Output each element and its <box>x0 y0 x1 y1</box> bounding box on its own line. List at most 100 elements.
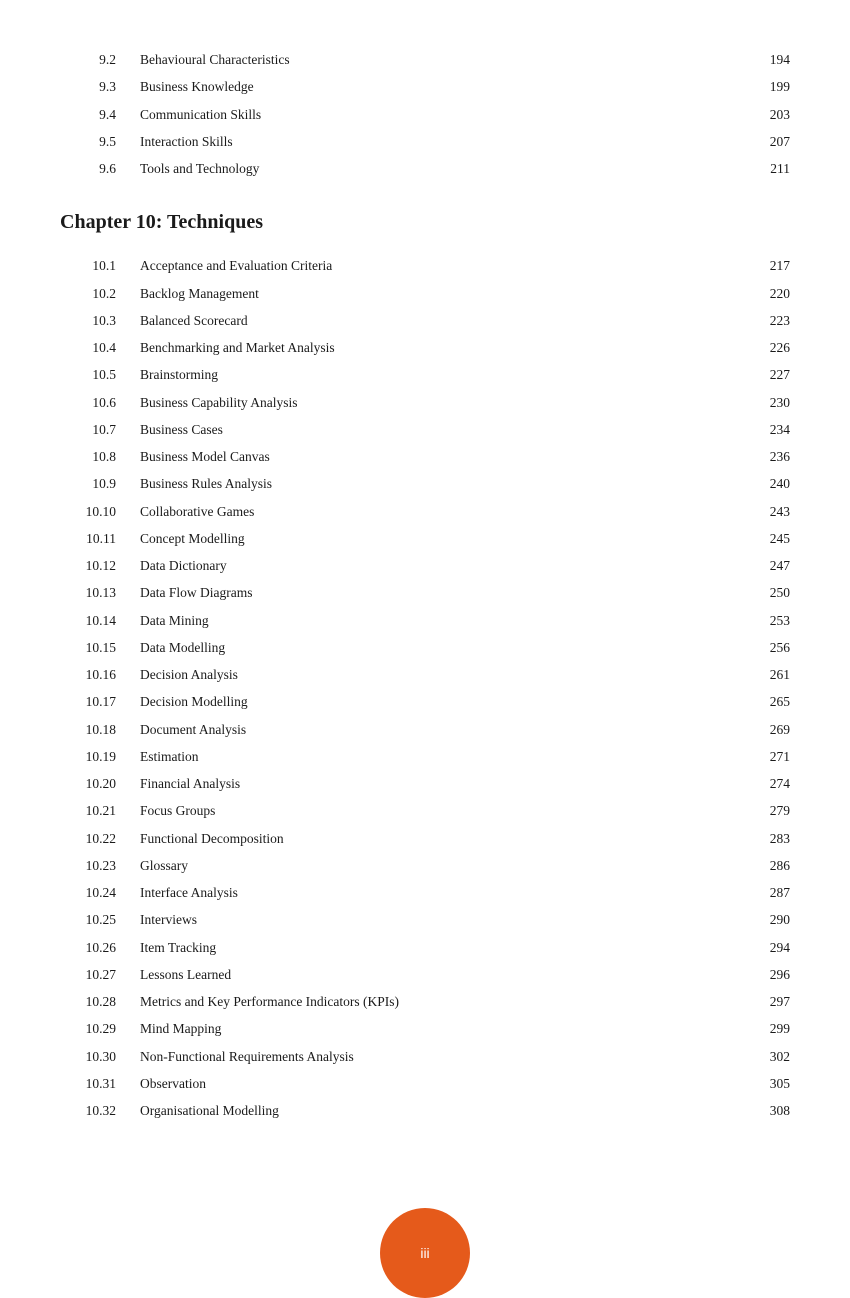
entry-page: 294 <box>770 938 790 958</box>
table-row: 10.21 Focus Groups 279 <box>60 801 790 821</box>
table-row: 10.30 Non-Functional Requirements Analys… <box>60 1047 790 1067</box>
entry-number: 10.16 <box>60 665 140 685</box>
table-row: 10.2 Backlog Management 220 <box>60 284 790 304</box>
entry-page: 253 <box>770 611 790 631</box>
entry-number: 10.17 <box>60 692 140 712</box>
entry-page: 226 <box>770 338 790 358</box>
entry-number: 10.5 <box>60 365 140 385</box>
table-row: 10.1 Acceptance and Evaluation Criteria … <box>60 256 790 276</box>
entry-number: 10.27 <box>60 965 140 985</box>
entry-number: 10.24 <box>60 883 140 903</box>
entry-number: 10.28 <box>60 992 140 1012</box>
entry-title: Tools and Technology <box>140 159 762 179</box>
entry-title: Business Model Canvas <box>140 447 762 467</box>
table-row: 10.18 Document Analysis 269 <box>60 720 790 740</box>
table-row: 9.2 Behavioural Characteristics 194 <box>60 50 790 70</box>
entry-number: 10.1 <box>60 256 140 276</box>
table-row: 9.4 Communication Skills 203 <box>60 105 790 125</box>
entry-title: Lessons Learned <box>140 965 762 985</box>
entry-number: 10.18 <box>60 720 140 740</box>
entry-title: Communication Skills <box>140 105 762 125</box>
entry-title: Brainstorming <box>140 365 762 385</box>
table-row: 10.9 Business Rules Analysis 240 <box>60 474 790 494</box>
entry-page: 240 <box>770 474 790 494</box>
entry-page: 243 <box>770 502 790 522</box>
entry-title: Financial Analysis <box>140 774 762 794</box>
entry-number: 10.7 <box>60 420 140 440</box>
table-row: 10.5 Brainstorming 227 <box>60 365 790 385</box>
entry-page: 269 <box>770 720 790 740</box>
table-row: 10.22 Functional Decomposition 283 <box>60 829 790 849</box>
entry-title: Backlog Management <box>140 284 762 304</box>
entry-number: 10.31 <box>60 1074 140 1094</box>
entry-page: 308 <box>770 1101 790 1121</box>
entry-number: 10.30 <box>60 1047 140 1067</box>
entry-title: Interviews <box>140 910 762 930</box>
table-row: 10.11 Concept Modelling 245 <box>60 529 790 549</box>
entry-title: Functional Decomposition <box>140 829 762 849</box>
entry-title: Data Dictionary <box>140 556 762 576</box>
table-row: 10.16 Decision Analysis 261 <box>60 665 790 685</box>
entry-number: 9.3 <box>60 77 140 97</box>
entry-page: 261 <box>770 665 790 685</box>
entry-number: 10.19 <box>60 747 140 767</box>
entry-page: 245 <box>770 529 790 549</box>
entry-page: 207 <box>770 132 790 152</box>
table-row: 9.6 Tools and Technology 211 <box>60 159 790 179</box>
entry-page: 250 <box>770 583 790 603</box>
table-row: 10.17 Decision Modelling 265 <box>60 692 790 712</box>
entry-title: Business Knowledge <box>140 77 762 97</box>
entry-page: 305 <box>770 1074 790 1094</box>
entry-page: 299 <box>770 1019 790 1039</box>
table-row: 10.6 Business Capability Analysis 230 <box>60 393 790 413</box>
entry-page: 234 <box>770 420 790 440</box>
table-row: 10.4 Benchmarking and Market Analysis 22… <box>60 338 790 358</box>
entry-page: 223 <box>770 311 790 331</box>
entry-number: 9.4 <box>60 105 140 125</box>
entry-page: 302 <box>770 1047 790 1067</box>
entry-title: Data Flow Diagrams <box>140 583 762 603</box>
entry-title: Glossary <box>140 856 762 876</box>
page-content: 9.2 Behavioural Characteristics 194 9.3 … <box>0 0 850 1253</box>
entry-title: Behavioural Characteristics <box>140 50 762 70</box>
entry-page: 247 <box>770 556 790 576</box>
entry-number: 10.25 <box>60 910 140 930</box>
entry-page: 287 <box>770 883 790 903</box>
entry-page: 297 <box>770 992 790 1012</box>
page-footer: iii <box>0 1163 850 1253</box>
entry-number: 10.9 <box>60 474 140 494</box>
table-row: 10.8 Business Model Canvas 236 <box>60 447 790 467</box>
entry-title: Document Analysis <box>140 720 762 740</box>
table-row: 10.13 Data Flow Diagrams 250 <box>60 583 790 603</box>
entry-title: Focus Groups <box>140 801 762 821</box>
table-row: 10.12 Data Dictionary 247 <box>60 556 790 576</box>
entry-page: 256 <box>770 638 790 658</box>
table-row: 10.29 Mind Mapping 299 <box>60 1019 790 1039</box>
entry-title: Observation <box>140 1074 762 1094</box>
entry-title: Data Modelling <box>140 638 762 658</box>
entry-page: 286 <box>770 856 790 876</box>
entry-number: 10.23 <box>60 856 140 876</box>
table-row: 10.25 Interviews 290 <box>60 910 790 930</box>
entry-page: 296 <box>770 965 790 985</box>
table-row: 10.20 Financial Analysis 274 <box>60 774 790 794</box>
entry-number: 10.26 <box>60 938 140 958</box>
entry-number: 10.20 <box>60 774 140 794</box>
chapter-10-heading: Chapter 10: Techniques <box>60 211 790 234</box>
entry-title: Mind Mapping <box>140 1019 762 1039</box>
chapter-10-entries: 10.1 Acceptance and Evaluation Criteria … <box>60 256 790 1121</box>
entry-page: 217 <box>770 256 790 276</box>
entry-title: Non-Functional Requirements Analysis <box>140 1047 762 1067</box>
entry-page: 271 <box>770 747 790 767</box>
entry-page: 279 <box>770 801 790 821</box>
page-number: iii <box>420 1245 429 1261</box>
table-row: 9.5 Interaction Skills 207 <box>60 132 790 152</box>
entry-number: 10.15 <box>60 638 140 658</box>
entry-number: 10.32 <box>60 1101 140 1121</box>
entry-number: 9.2 <box>60 50 140 70</box>
entry-number: 10.13 <box>60 583 140 603</box>
table-row: 10.23 Glossary 286 <box>60 856 790 876</box>
entry-number: 10.12 <box>60 556 140 576</box>
entry-page: 274 <box>770 774 790 794</box>
entry-page: 236 <box>770 447 790 467</box>
